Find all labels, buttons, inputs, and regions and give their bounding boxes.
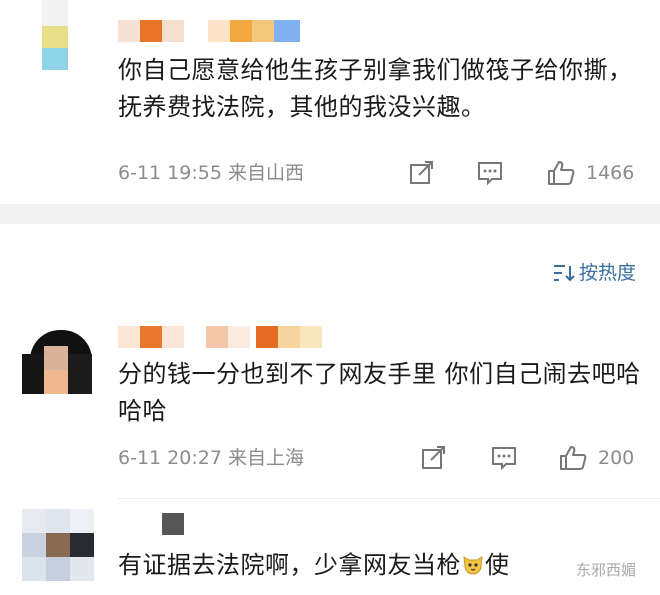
avatar[interactable] [22, 509, 94, 581]
comment-text: 你自己愿意给他生孩子别拿我们做筏子给你撕，抚养费找法院，其他的我没兴趣。 [118, 56, 633, 121]
like-icon[interactable] [546, 160, 576, 186]
like-count: 1466 [586, 162, 635, 184]
comment-item: 分的钱一分也到不了网友手里 你们自己闹去吧哈哈哈 6-11 20:27 来自上海… [0, 318, 660, 490]
like-count: 200 [598, 447, 635, 469]
watermark: 东邪西媚 [575, 561, 636, 579]
comment-time: 6-11 19:55 来自山西 [118, 162, 304, 184]
like-icon[interactable] [558, 445, 588, 471]
comment-icon[interactable] [490, 445, 518, 471]
comment-item: 你自己愿意给他生孩子别拿我们做筏子给你撕，抚养费找法院，其他的我没兴趣。 6-1… [0, 0, 660, 204]
comment-meta: 6-11 20:27 来自上海 200 [118, 443, 648, 473]
comment-icon[interactable] [476, 160, 504, 186]
avatar[interactable] [22, 324, 94, 396]
share-icon[interactable] [420, 445, 448, 471]
sort-label: 按热度 [578, 262, 636, 284]
comment-time: 6-11 20:27 来自上海 [118, 447, 304, 469]
avatar[interactable] [22, 0, 94, 72]
cat-face-emoji [463, 556, 483, 575]
sort-button[interactable]: 按热度 [553, 260, 636, 286]
comment-meta: 6-11 19:55 来自山西 1466 [118, 158, 648, 188]
sort-icon [553, 265, 575, 282]
comment-text: 有证据去法院啊，少拿网友当枪 使 [118, 551, 510, 579]
section-divider [0, 204, 660, 224]
comment-separator [118, 498, 660, 499]
comment-item: 有证据去法院啊，少拿网友当枪 使 [0, 505, 660, 595]
comment-text: 分的钱一分也到不了网友手里 你们自己闹去吧哈哈哈 [118, 360, 641, 425]
share-icon[interactable] [408, 160, 436, 186]
